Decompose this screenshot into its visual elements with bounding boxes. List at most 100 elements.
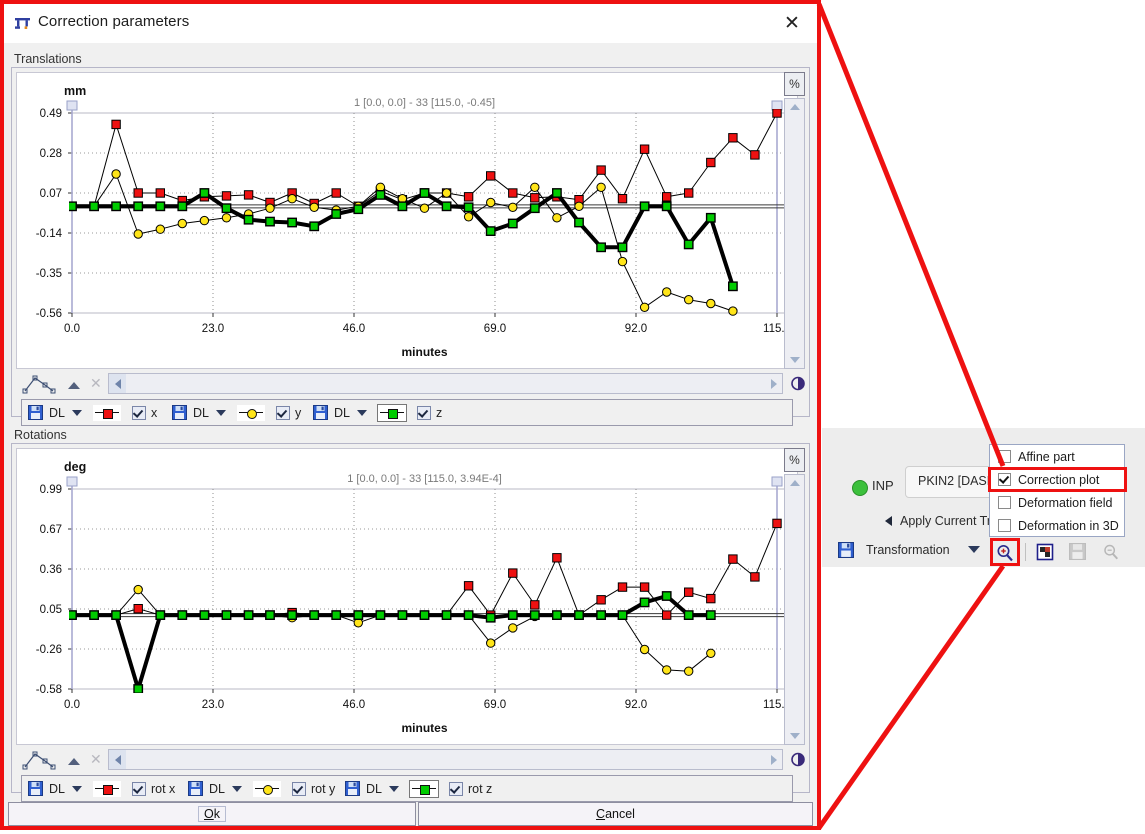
chevron-down-icon[interactable] [71, 785, 82, 792]
marker-preview-y[interactable] [235, 403, 266, 422]
menu-item-deformation-3d[interactable]: Deformation in 3D [990, 514, 1124, 537]
legend-checkbox-x[interactable] [131, 405, 146, 420]
menu-label-deformation-field: Deformation field [1018, 495, 1113, 510]
menu-label-affine-part: Affine part [1018, 449, 1075, 464]
legend-checkbox-rot-x[interactable] [131, 781, 146, 796]
svg-text:92.0: 92.0 [625, 323, 647, 335]
svg-text:deg: deg [64, 460, 86, 474]
refresh-icon[interactable] [790, 375, 807, 392]
legend-label-rot-x: rot x [150, 781, 176, 796]
translations-chart[interactable]: mm 1 [0.0, 0.0] - 33 [115.0, -0.45] 0.49 0.… [16, 72, 798, 369]
chevron-left-icon[interactable] [885, 516, 892, 526]
vertical-scrollbar-translations[interactable] [784, 98, 805, 369]
save-disk-icon[interactable] [313, 405, 328, 420]
menu-item-deformation-field[interactable]: Deformation field [990, 491, 1124, 514]
chevron-down-icon[interactable] [356, 409, 367, 416]
horizontal-scrollbar-translations[interactable] [108, 373, 783, 394]
marker-preview-rot-y[interactable] [251, 779, 282, 798]
chevron-down-icon[interactable] [967, 546, 980, 553]
save-disk-icon[interactable] [838, 542, 854, 558]
chevron-down-icon[interactable] [388, 785, 399, 792]
save-disk-icon[interactable] [172, 405, 187, 420]
marker-preview-rot-z[interactable] [408, 779, 439, 798]
vertical-scrollbar-rotations[interactable] [784, 474, 805, 745]
legend-item-rot-y[interactable]: DL rot y [188, 776, 335, 801]
svg-text:23.0: 23.0 [202, 699, 224, 711]
zoom-in-icon[interactable] [995, 543, 1015, 563]
cancel-button-mnemonic: C [596, 807, 606, 821]
chevron-down-icon[interactable] [215, 409, 226, 416]
zoom-out-icon [1102, 543, 1122, 563]
save-disk-icon[interactable] [188, 781, 203, 796]
legend-checkbox-rot-z[interactable] [448, 781, 463, 796]
transformation-row[interactable]: Transformation [838, 542, 980, 558]
scroll-down-icon[interactable] [785, 728, 804, 744]
menu-checkbox-correction-plot[interactable] [998, 473, 1011, 486]
legend-item-y[interactable]: DL y [172, 400, 301, 425]
horizontal-scrollbar-rotations[interactable] [108, 749, 783, 770]
translations-panel: mm 1 [0.0, 0.0] - 33 [115.0, -0.45] 0.49 0.… [11, 67, 810, 426]
legend-checkbox-rot-y[interactable] [291, 781, 306, 796]
legend-item-z[interactable]: DL z [313, 400, 442, 425]
svg-text:-0.14: -0.14 [36, 228, 63, 240]
ok-button[interactable]: Ok [8, 802, 416, 826]
legend-dl-label-z: DL [334, 405, 350, 420]
scroll-right-icon[interactable] [765, 750, 782, 769]
svg-text:23.0: 23.0 [202, 323, 224, 335]
save-disk-icon[interactable] [28, 405, 43, 420]
scroll-right-icon[interactable] [765, 374, 782, 393]
svg-text:46.0: 46.0 [343, 323, 365, 335]
svg-text:69.0: 69.0 [484, 699, 506, 711]
apply-current-transform-row[interactable]: Apply Current Tr [885, 514, 991, 528]
chevron-down-icon[interactable] [231, 785, 242, 792]
image-icon[interactable] [1036, 543, 1056, 563]
triangle-icon[interactable] [68, 382, 80, 389]
svg-text:46.0: 46.0 [343, 699, 365, 711]
save-disk-icon[interactable] [28, 781, 43, 796]
marker-preview-rot-x[interactable] [91, 779, 122, 798]
legend-item-rot-z[interactable]: DL rot z [345, 776, 492, 801]
transformation-label: Transformation [866, 542, 950, 557]
save-disk-icon[interactable] [345, 781, 360, 796]
menu-checkbox-deformation-3d[interactable] [998, 519, 1011, 532]
legend-item-x[interactable]: DL x [28, 400, 157, 425]
marker-preview-x[interactable] [91, 403, 122, 422]
scroll-left-icon[interactable] [109, 750, 126, 769]
clear-icon[interactable]: ✕ [90, 751, 102, 768]
translations-chart-toolbar: ✕ [16, 372, 806, 396]
legend-label-rot-z: rot z [467, 781, 493, 796]
svg-text:-0.56: -0.56 [36, 308, 62, 320]
menu-checkbox-affine-part[interactable] [998, 450, 1011, 463]
close-icon[interactable]: ✕ [780, 12, 804, 36]
scroll-up-icon[interactable] [785, 475, 804, 491]
svg-text:0.0: 0.0 [64, 323, 80, 335]
percent-button-rotations[interactable]: % [784, 448, 805, 472]
menu-item-correction-plot[interactable]: Correction plot [990, 468, 1124, 491]
svg-text:-0.26: -0.26 [36, 644, 62, 656]
svg-text:0.05: 0.05 [40, 604, 62, 616]
percent-button-translations[interactable]: % [784, 72, 805, 96]
marker-preview-z[interactable] [376, 403, 407, 422]
legend-checkbox-y[interactable] [275, 405, 290, 420]
refresh-icon[interactable] [790, 751, 807, 768]
legend-item-rot-x[interactable]: DL rot x [28, 776, 175, 801]
rotations-legend-strip: DL rot x DL rot y DL rot z [21, 775, 793, 802]
legend-dl-label-y: DL [193, 405, 209, 420]
scroll-left-icon[interactable] [109, 374, 126, 393]
scroll-down-icon[interactable] [785, 352, 804, 368]
menu-checkbox-deformation-field[interactable] [998, 496, 1011, 509]
curve-icon[interactable] [22, 750, 56, 770]
triangle-icon[interactable] [68, 758, 80, 765]
svg-text:-0.58: -0.58 [36, 684, 62, 696]
rotations-chart[interactable]: deg 1 [0.0, 0.0] - 33 [115.0, 3.94E-4] 0.9… [16, 448, 798, 745]
menu-item-affine-part[interactable]: Affine part [990, 445, 1124, 468]
legend-checkbox-z[interactable] [416, 405, 431, 420]
apply-current-transform-label: Apply Current Tr [900, 514, 992, 528]
scroll-up-icon[interactable] [785, 99, 804, 115]
clear-icon[interactable]: ✕ [90, 375, 102, 392]
cancel-button[interactable]: Cancel [418, 802, 813, 826]
curve-icon[interactable] [22, 374, 56, 394]
chevron-down-icon[interactable] [71, 409, 82, 416]
svg-text:92.0: 92.0 [625, 699, 647, 711]
svg-text:0.28: 0.28 [40, 148, 62, 160]
